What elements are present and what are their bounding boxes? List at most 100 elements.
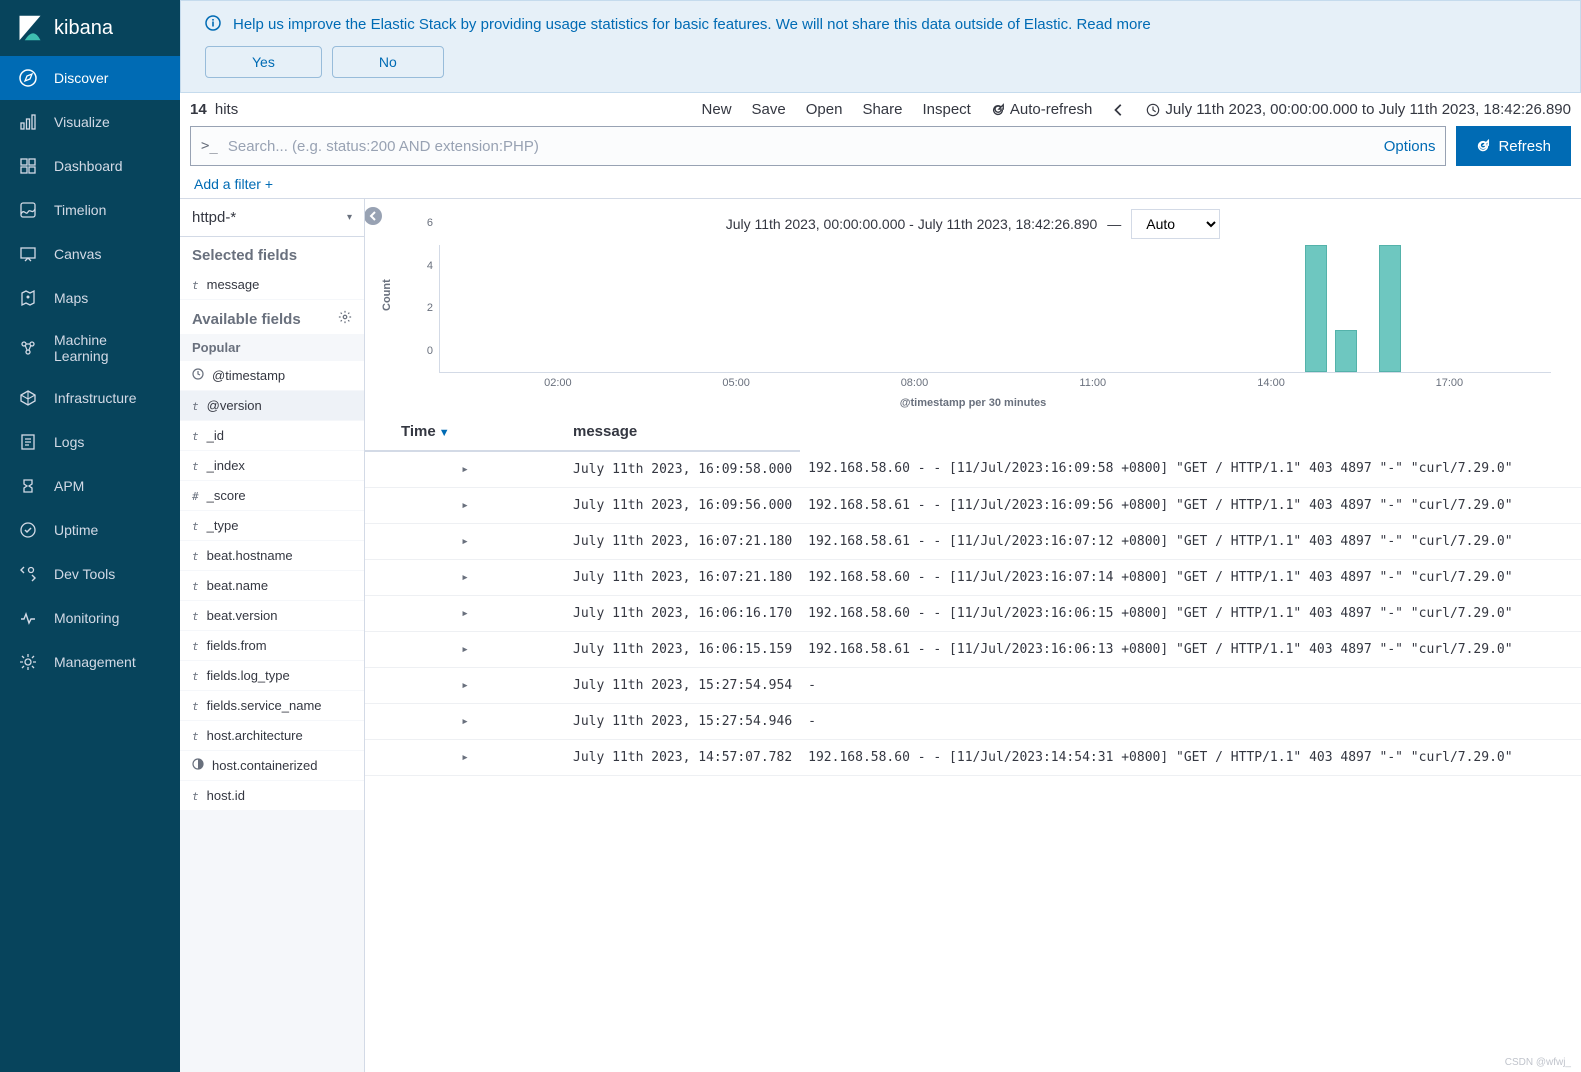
expand-row-button[interactable]: ▸ <box>365 668 565 704</box>
nav-label: APM <box>54 478 84 494</box>
popular-fields-title: Popular <box>180 334 364 361</box>
banner-read-more-link[interactable]: Read more <box>1076 16 1150 33</box>
nav-item-infra[interactable]: Infrastructure <box>0 376 180 420</box>
field-item[interactable]: t_type <box>180 511 364 541</box>
index-pattern-select[interactable]: httpd-* ▾ <box>180 199 364 237</box>
expand-row-button[interactable]: ▸ <box>365 451 565 488</box>
cell-message: 192.168.58.61 - - [11/Jul/2023:16:07:12 … <box>800 524 1581 560</box>
field-item[interactable]: #_score <box>180 481 364 511</box>
nav-item-timelion[interactable]: Timelion <box>0 188 180 232</box>
expand-row-button[interactable]: ▸ <box>365 560 565 596</box>
nav-item-apm[interactable]: APM <box>0 464 180 508</box>
table-row: ▸July 11th 2023, 16:09:58.000192.168.58.… <box>365 451 1581 488</box>
expand-row-button[interactable]: ▸ <box>365 596 565 632</box>
field-item[interactable]: thost.architecture <box>180 721 364 751</box>
search-row: >_ Options Refresh <box>180 126 1581 170</box>
time-prev-button[interactable] <box>1112 103 1126 117</box>
field-item[interactable]: t@version <box>180 391 364 421</box>
fields-panel: httpd-* ▾ Selected fields tmessage Avail… <box>180 199 365 1072</box>
inspect-button[interactable]: Inspect <box>922 101 970 118</box>
expand-row-button[interactable]: ▸ <box>365 632 565 668</box>
cell-time: July 11th 2023, 16:09:58.000 <box>565 451 800 488</box>
telemetry-yes-button[interactable]: Yes <box>205 46 322 78</box>
canvas-icon <box>18 244 38 264</box>
histogram-header: July 11th 2023, 00:00:00.000 - July 11th… <box>385 209 1561 239</box>
nav-item-ml[interactable]: Machine Learning <box>0 320 180 376</box>
field-item[interactable]: tbeat.name <box>180 571 364 601</box>
histogram-chart[interactable]: Count 0246 02:0005:0008:0011:0014:0017:0… <box>417 245 1551 395</box>
field-item[interactable]: @timestamp <box>180 361 364 391</box>
nav-item-discover[interactable]: Discover <box>0 56 180 100</box>
field-item[interactable]: t_index <box>180 451 364 481</box>
field-type-icon: t <box>192 428 199 443</box>
field-name: _id <box>207 428 224 443</box>
nav-item-devtools[interactable]: Dev Tools <box>0 552 180 596</box>
histogram-bar[interactable] <box>1379 245 1401 372</box>
nav-item-maps[interactable]: Maps <box>0 276 180 320</box>
main: Help us improve the Elastic Stack by pro… <box>180 0 1581 1072</box>
open-button[interactable]: Open <box>806 101 843 118</box>
nav-label: Management <box>54 654 136 670</box>
table-row: ▸July 11th 2023, 16:09:56.000192.168.58.… <box>365 488 1581 524</box>
apm-icon <box>18 476 38 496</box>
field-item[interactable]: tfields.service_name <box>180 691 364 721</box>
logo[interactable]: kibana <box>0 0 180 56</box>
field-item[interactable]: thost.id <box>180 781 364 811</box>
nav-item-monitoring[interactable]: Monitoring <box>0 596 180 640</box>
field-item[interactable]: tmessage <box>180 270 364 300</box>
table-row: ▸July 11th 2023, 15:27:54.946- <box>365 704 1581 740</box>
share-button[interactable]: Share <box>862 101 902 118</box>
logo-text: kibana <box>54 17 113 40</box>
field-item[interactable]: t _id <box>180 421 364 451</box>
nav-label: Timelion <box>54 202 106 218</box>
histogram-bar[interactable] <box>1305 245 1327 372</box>
nav-label: Dev Tools <box>54 566 115 582</box>
field-type-icon: t <box>192 458 199 473</box>
dashboard-icon <box>18 156 38 176</box>
search-options-button[interactable]: Options <box>1374 138 1436 155</box>
refresh-button[interactable]: Refresh <box>1456 126 1571 166</box>
add-filter-button[interactable]: Add a filter + <box>194 176 273 192</box>
field-item[interactable]: tbeat.hostname <box>180 541 364 571</box>
expand-row-button[interactable]: ▸ <box>365 704 565 740</box>
cell-time: July 11th 2023, 16:06:15.159 <box>565 632 800 668</box>
field-name: beat.hostname <box>207 548 293 563</box>
field-item[interactable]: host.containerized <box>180 751 364 781</box>
field-item[interactable]: tfields.from <box>180 631 364 661</box>
data-panel: July 11th 2023, 00:00:00.000 - July 11th… <box>365 199 1581 1072</box>
time-range-picker[interactable]: July 11th 2023, 00:00:00.000 to July 11t… <box>1146 101 1571 118</box>
field-type-icon: t <box>192 668 199 683</box>
interval-select[interactable]: Auto <box>1131 209 1220 239</box>
search-input[interactable] <box>228 138 1374 155</box>
infra-icon <box>18 388 38 408</box>
gear-icon[interactable] <box>338 310 352 328</box>
auto-refresh-button[interactable]: Auto-refresh <box>991 101 1093 118</box>
expand-row-button[interactable]: ▸ <box>365 488 565 524</box>
cell-time: July 11th 2023, 14:57:07.782 <box>565 740 800 776</box>
field-type-icon: t <box>192 608 199 623</box>
cell-message: 192.168.58.61 - - [11/Jul/2023:16:09:56 … <box>800 488 1581 524</box>
expand-row-button[interactable]: ▸ <box>365 524 565 560</box>
save-button[interactable]: Save <box>752 101 786 118</box>
nav-item-visualize[interactable]: Visualize <box>0 100 180 144</box>
nav-item-dashboard[interactable]: Dashboard <box>0 144 180 188</box>
field-item[interactable]: tbeat.version <box>180 601 364 631</box>
nav-item-management[interactable]: Management <box>0 640 180 684</box>
col-message-header[interactable]: message <box>565 413 800 451</box>
nav-item-logs[interactable]: Logs <box>0 420 180 464</box>
new-button[interactable]: New <box>702 101 732 118</box>
refresh-icon <box>1476 139 1490 153</box>
telemetry-banner: Help us improve the Elastic Stack by pro… <box>180 0 1581 93</box>
cell-time: July 11th 2023, 16:09:56.000 <box>565 488 800 524</box>
col-time-header[interactable]: Time▼ <box>365 413 565 451</box>
search-box[interactable]: >_ Options <box>190 126 1446 166</box>
telemetry-no-button[interactable]: No <box>332 46 444 78</box>
nav-label: Maps <box>54 290 88 306</box>
nav-item-uptime[interactable]: Uptime <box>0 508 180 552</box>
nav-item-canvas[interactable]: Canvas <box>0 232 180 276</box>
selected-fields-title: Selected fields <box>180 237 364 270</box>
expand-row-button[interactable]: ▸ <box>365 740 565 776</box>
histogram-bar[interactable] <box>1335 330 1357 372</box>
field-item[interactable]: tfields.log_type <box>180 661 364 691</box>
clock-icon <box>1146 103 1160 117</box>
